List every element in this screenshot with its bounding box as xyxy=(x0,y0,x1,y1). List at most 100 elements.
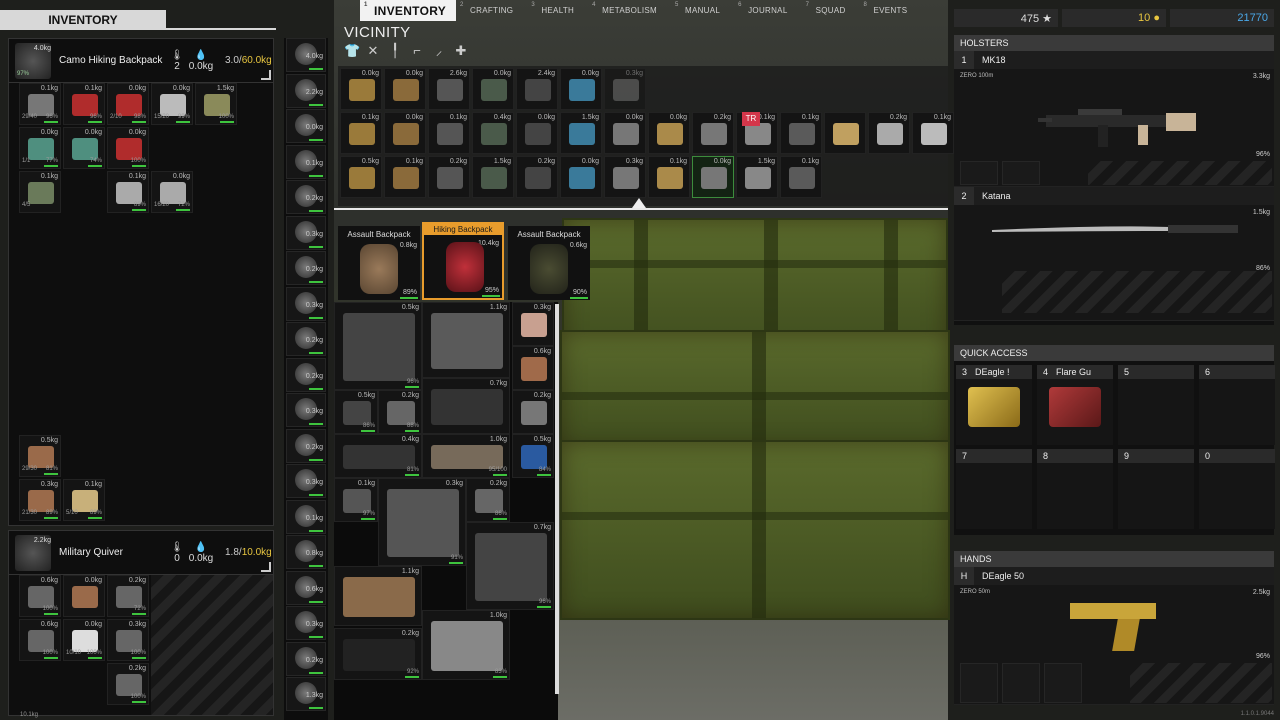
backpack-content-slot[interactable]: 1.1kg xyxy=(334,566,422,626)
vicinity-item-slot[interactable]: 0.1kg xyxy=(428,112,470,154)
quick-slot-8[interactable]: 8 xyxy=(1037,449,1113,529)
vicinity-item-slot[interactable]: 1.5kg xyxy=(560,112,602,154)
quiver-item-slot[interactable]: 0.6kg 100% xyxy=(19,575,61,617)
quick-slot-6[interactable]: 6 xyxy=(1199,365,1275,445)
backpack-content-slot[interactable]: 0.7kg xyxy=(422,378,510,434)
vicinity-item-slot[interactable]: 0.2kg xyxy=(868,112,910,154)
vicinity-item-slot[interactable]: 0.0kg xyxy=(384,112,426,154)
vicinity-item-slot[interactable]: 0.1kg xyxy=(648,156,690,198)
vicinity-item-slot[interactable] xyxy=(824,112,866,154)
backpack-item-slot[interactable]: 1.5kg 100% xyxy=(195,83,237,125)
vicinity-item-slot[interactable]: 0.1kg xyxy=(780,156,822,198)
quick-slot-0[interactable]: 0 xyxy=(1199,449,1275,529)
vicinity-item-slot[interactable]: 0.3kg xyxy=(604,156,646,198)
quiver-item-slot[interactable]: 0.2kg 100% xyxy=(107,663,149,705)
quick-slot-7[interactable]: 7 xyxy=(956,449,1032,529)
plus-icon[interactable]: ✚ xyxy=(454,44,468,58)
vicinity-item-slot[interactable]: 0.0kg xyxy=(384,68,426,110)
vicinity-item-slot[interactable]: 0.0kg xyxy=(472,68,514,110)
backpack-content-slot[interactable]: 0.2kg xyxy=(512,390,554,434)
tab-squad[interactable]: 7 SQUAD xyxy=(802,0,860,21)
pickaxe-icon[interactable]: ⸝ xyxy=(432,44,446,58)
equipment-slot[interactable]: 0.3kg xyxy=(286,606,326,640)
backpack-content-slot[interactable]: 0.5kg 86% xyxy=(334,390,378,434)
vicinity-item-slot[interactable]: 0.1kg xyxy=(340,112,382,154)
shirt-icon[interactable]: 👕 xyxy=(344,44,360,58)
backpack-item-slot[interactable]: 0.1kg 29/40 96% xyxy=(19,83,61,125)
backpack-item-slot[interactable]: 0.5kg 29/30 81% xyxy=(19,435,61,477)
vicinity-item-slot[interactable]: 0.0kg xyxy=(560,68,602,110)
equipment-slot[interactable]: 0.2kg xyxy=(286,641,326,676)
quick-slot-5[interactable]: 5 xyxy=(1118,365,1194,445)
tab-journal[interactable]: 6 JOURNAL xyxy=(734,0,801,21)
attachment-slot-magazine[interactable] xyxy=(1002,161,1040,185)
vicinity-item-slot[interactable]: 0.5kg xyxy=(340,156,382,198)
vicinity-item-slot[interactable]: 1.5kg xyxy=(472,156,514,198)
backpack-item-slot[interactable]: 0.3kg 21/30 89% xyxy=(19,479,61,521)
backpack-content-slot[interactable]: 0.4kg 81% xyxy=(334,434,422,478)
attachment-slot-magazine[interactable] xyxy=(1044,663,1082,703)
quiver-item-slot[interactable]: 0.0kg 10/10 100% xyxy=(63,619,105,661)
equipment-slot[interactable]: 0.3kg xyxy=(286,464,326,498)
backpack-item-slot[interactable]: 0.1kg 4/5 xyxy=(19,171,61,213)
vicinity-item-slot[interactable]: 0.0kg xyxy=(604,112,646,154)
resize-handle-icon[interactable] xyxy=(261,562,271,572)
pipe-icon[interactable]: ╿ xyxy=(388,44,402,58)
backpack-content-slot[interactable]: 1.0kg 95/100 xyxy=(422,434,510,478)
quiver-item-slot[interactable]: 0.3kg 100% xyxy=(107,619,149,661)
backpack-content-slot[interactable]: 0.2kg 88% xyxy=(378,390,422,434)
vicinity-item-slot[interactable]: 0.2kg xyxy=(516,156,558,198)
vicinity-item-slot[interactable]: 0.0kg xyxy=(692,156,734,198)
tab-manual[interactable]: 5 MANUAL xyxy=(671,0,734,21)
equipment-slot[interactable]: 0.2kg xyxy=(286,357,326,392)
backpack-content-slot[interactable]: 0.7kg 96% xyxy=(466,522,554,610)
collapse-arrow-icon[interactable] xyxy=(632,198,646,208)
backpack-content-slot[interactable]: 0.2kg 86% xyxy=(466,478,510,522)
vicinity-item-slot[interactable]: 0.0kg xyxy=(516,112,558,154)
vicinity-item-slot[interactable]: 0.1kg xyxy=(912,112,954,154)
vicinity-item-slot[interactable]: 0.0kg xyxy=(340,68,382,110)
holster-slot-1[interactable]: 1 MK18 ZERO 100m 3.3kg 96% xyxy=(954,51,1274,187)
assault-backpack-container[interactable]: Assault Backpack 0.6kg 90% xyxy=(508,226,590,300)
backpack-header[interactable]: 4.0kg 97% Camo Hiking Backpack 🌡 2 💧 0.0kg… xyxy=(9,39,273,83)
backpack-content-slot[interactable]: 0.3kg xyxy=(512,302,554,346)
vicinity-item-slot[interactable]: 0.2kg xyxy=(692,112,734,154)
quiver-item-slot[interactable]: 0.0kg xyxy=(63,575,105,617)
vicinity-item-slot[interactable]: 2.6kg xyxy=(428,68,470,110)
contents-scrollbar[interactable] xyxy=(555,304,559,694)
vicinity-item-slot[interactable]: 0.3kg xyxy=(604,68,646,110)
backpack-item-slot[interactable]: 0.0kg 16/20 72% xyxy=(151,171,193,213)
holster-slot-2[interactable]: 2 Katana 1.5kg 86% xyxy=(954,187,1274,321)
equipment-slot[interactable]: 0.2kg xyxy=(286,322,326,356)
vicinity-item-slot[interactable]: 0.4kg xyxy=(472,112,514,154)
equipment-slot[interactable]: 0.1kg xyxy=(286,144,326,179)
equipment-slot[interactable]: 0.0kg xyxy=(286,109,326,143)
quiver-item-slot[interactable]: 0.2kg 72% xyxy=(107,575,149,617)
vicinity-item-slot[interactable]: 2.4kg xyxy=(516,68,558,110)
attachment-slot-flashlight[interactable] xyxy=(960,663,998,703)
equipment-slot[interactable]: 0.2kg xyxy=(286,180,326,214)
equipment-slot[interactable]: 0.6kg xyxy=(286,570,326,605)
backpack-item-slot[interactable]: 0.0kg 100% xyxy=(107,127,149,169)
backpack-content-slot[interactable]: 0.5kg 84% xyxy=(512,434,554,478)
tab-metabolism[interactable]: 4 METABOLISM xyxy=(588,0,671,21)
vicinity-item-slot[interactable]: 0.1kg xyxy=(384,156,426,198)
equipment-slot[interactable]: 0.3kg xyxy=(286,393,326,427)
backpack-item-slot[interactable]: 0.0kg 74% xyxy=(63,127,105,169)
backpack-content-slot[interactable]: 0.5kg 96% xyxy=(334,302,422,390)
backpack-item-slot[interactable]: 0.1kg 5/10 89% xyxy=(63,479,105,521)
backpack-content-slot[interactable]: 1.1kg xyxy=(422,302,510,378)
attachment-slot-sight[interactable] xyxy=(960,161,998,185)
backpack-content-slot[interactable]: 1.0kg 83% xyxy=(422,610,510,680)
resize-handle-icon[interactable] xyxy=(261,70,271,80)
equipment-slot[interactable]: 0.2kg xyxy=(286,251,326,285)
vicinity-item-slot[interactable]: 1.5kg xyxy=(736,156,778,198)
cross-icon[interactable]: ✕ xyxy=(366,44,380,58)
tab-events[interactable]: 8 EVENTS xyxy=(860,0,922,21)
equipment-slot[interactable]: 0.3kg xyxy=(286,286,326,321)
equipment-slot[interactable]: 0.8kg xyxy=(286,535,326,569)
hiking-backpack-container[interactable]: Hiking Backpack 10.4kg 95% xyxy=(422,222,504,300)
vicinity-item-slot[interactable]: 0.0kg xyxy=(560,156,602,198)
vicinity-item-slot[interactable]: 0.0kg xyxy=(648,112,690,154)
backpack-item-slot[interactable]: 0.0kg 1/1 77% xyxy=(19,127,61,169)
